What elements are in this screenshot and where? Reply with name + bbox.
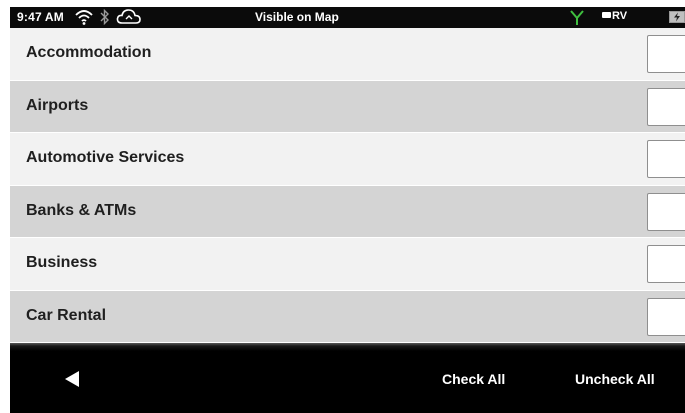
uncheck-all-button[interactable]: Uncheck All	[575, 371, 655, 387]
category-label: Banks & ATMs	[26, 201, 137, 219]
list-item[interactable]: Airports	[10, 80, 685, 133]
rv-label: RV	[612, 10, 628, 22]
list-item[interactable]: Automotive Services	[10, 133, 685, 186]
category-label: Airports	[26, 96, 89, 114]
list-item[interactable]: Business	[10, 238, 685, 291]
battery-charging-icon	[669, 11, 685, 23]
category-checkbox[interactable]	[647, 245, 685, 283]
category-list: Accommodation Airports Automotive Servic…	[10, 28, 685, 343]
category-checkbox[interactable]	[647, 192, 685, 231]
category-checkbox[interactable]	[647, 297, 685, 336]
category-checkbox[interactable]	[647, 87, 685, 126]
rv-mode-indicator: RV	[602, 10, 627, 22]
wifi-icon	[75, 10, 93, 25]
list-item[interactable]: Accommodation	[10, 28, 685, 81]
category-checkbox[interactable]	[647, 140, 685, 178]
device-screen: 9:47 AM Visible on Map RV Accommodation …	[10, 7, 685, 413]
gps-antenna-icon	[570, 10, 584, 25]
vehicle-icon	[602, 12, 611, 18]
category-checkbox[interactable]	[647, 35, 685, 73]
status-bar: 9:47 AM Visible on Map RV	[10, 7, 685, 28]
list-item[interactable]: Car Rental	[10, 290, 685, 343]
back-arrow-icon	[65, 371, 79, 387]
category-label: Car Rental	[26, 306, 107, 324]
category-label: Business	[26, 254, 98, 271]
check-all-button[interactable]: Check All	[442, 371, 505, 387]
category-label: Automotive Services	[26, 149, 185, 166]
cloud-icon	[116, 9, 141, 24]
bluetooth-icon	[100, 9, 109, 25]
screen-title: Visible on Map	[255, 10, 339, 24]
status-time: 9:47 AM	[17, 10, 64, 24]
list-item[interactable]: Banks & ATMs	[10, 185, 685, 238]
back-button[interactable]	[50, 357, 110, 401]
bottom-toolbar: Check All Uncheck All	[10, 343, 685, 413]
category-label: Accommodation	[26, 44, 152, 61]
